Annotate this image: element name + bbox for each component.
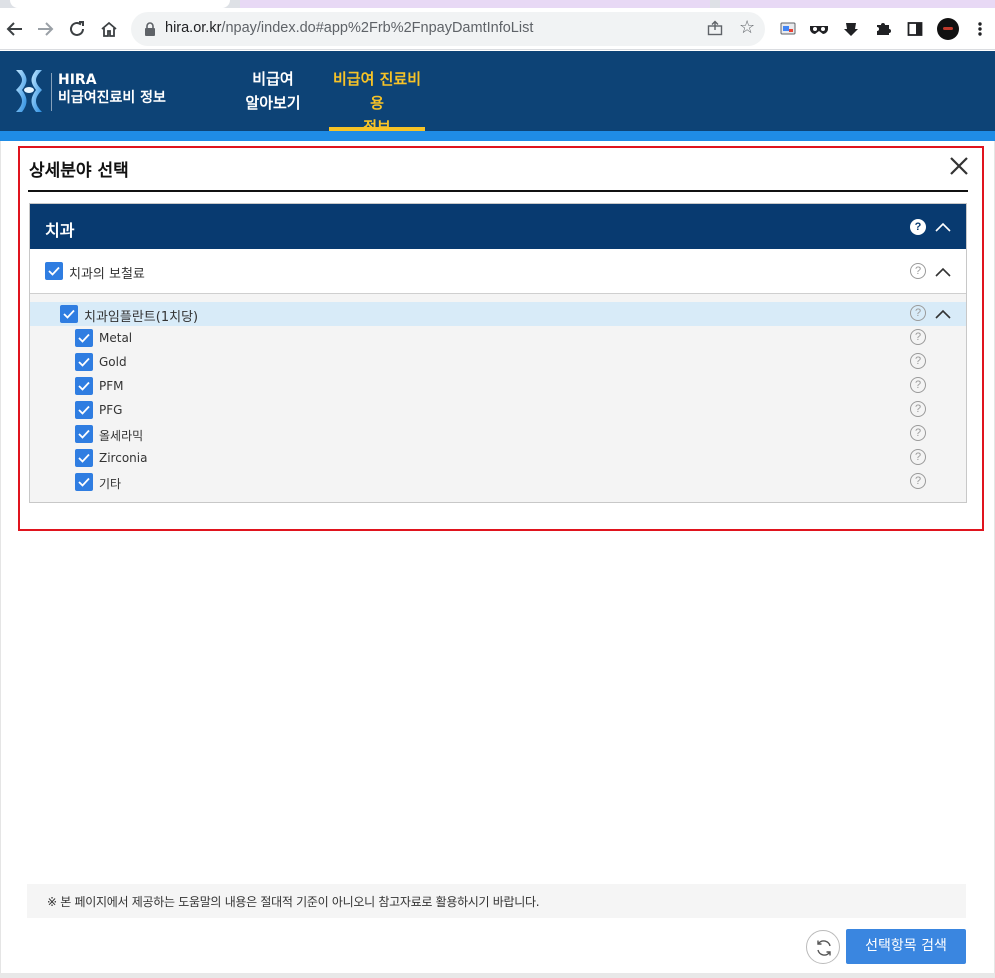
help-icon[interactable]: ?	[910, 353, 926, 369]
refresh-icon	[817, 940, 831, 956]
browser-toolbar: hira.or.kr/npay/index.do#app%2Frb%2Fnpay…	[0, 8, 995, 50]
help-icon[interactable]: ?	[910, 377, 926, 393]
bookmark-star-icon[interactable]: ☆	[739, 17, 755, 38]
modal-title-divider	[28, 190, 968, 192]
tab-strip	[0, 0, 995, 8]
item-label: Gold	[99, 355, 127, 369]
hira-logo-icon[interactable]	[12, 68, 46, 114]
search-selected-button[interactable]: 선택항목 검색	[846, 929, 966, 964]
browser-tab-background	[240, 0, 710, 8]
reload-icon[interactable]	[62, 14, 92, 44]
item-label: PFM	[99, 379, 124, 393]
nav-item-about-line1: 비급여	[252, 70, 294, 88]
chevron-up-icon[interactable]	[934, 221, 952, 233]
browser-tab-background-right	[720, 0, 995, 8]
help-icon[interactable]: ?	[910, 219, 926, 235]
forward-icon[interactable]	[30, 14, 60, 44]
help-notice-text: ※ 본 페이지에서 제공하는 도움말의 내용은 절대적 기준이 아니오니 참고자…	[47, 895, 540, 909]
site-logo-text[interactable]: HIRA 비급여진료비 정보	[58, 71, 166, 107]
group-checkbox[interactable]	[60, 305, 78, 323]
lock-icon	[145, 22, 155, 36]
item-checkbox[interactable]	[75, 353, 93, 371]
browser-tab[interactable]	[10, 0, 230, 8]
help-notice: ※ 본 페이지에서 제공하는 도움말의 내용은 절대적 기준이 아니오니 참고자…	[27, 884, 966, 918]
item-checkbox[interactable]	[75, 473, 93, 491]
subcategory-checkbox[interactable]	[45, 262, 63, 280]
list-item[interactable]: Zirconia ?	[30, 446, 966, 470]
group-label: 치과임플란트(1치당)	[84, 310, 199, 325]
item-checkbox[interactable]	[75, 449, 93, 467]
item-label: Zirconia	[99, 451, 148, 465]
side-panel-icon[interactable]	[904, 18, 926, 40]
extension-mask-icon[interactable]	[808, 18, 830, 40]
logo-line-1: HIRA	[58, 72, 97, 88]
item-label: 기타	[99, 477, 122, 491]
close-icon[interactable]	[946, 153, 972, 179]
list-item[interactable]: Metal ?	[30, 326, 966, 350]
home-icon[interactable]	[94, 14, 124, 44]
detail-field-modal: 상세분야 선택 치과 ? 치과의 보철료 ? 치과임플란트(1치당) ? Met…	[18, 146, 984, 531]
chevron-up-icon[interactable]	[934, 308, 952, 320]
bottom-bar	[0, 973, 995, 978]
help-icon[interactable]: ?	[910, 425, 926, 441]
subcategory-row[interactable]: 치과의 보철료 ?	[30, 249, 966, 294]
list-item[interactable]: PFG ?	[30, 398, 966, 422]
nav-item-cost-info-line1: 비급여 진료비용	[332, 70, 422, 112]
list-item[interactable]: 올세라믹 ?	[30, 422, 966, 446]
chevron-up-icon[interactable]	[934, 266, 952, 278]
reset-button[interactable]	[806, 930, 840, 964]
help-icon[interactable]: ?	[910, 263, 926, 279]
list-item[interactable]: PFM ?	[30, 374, 966, 398]
item-checkbox[interactable]	[75, 377, 93, 395]
help-icon[interactable]: ?	[910, 401, 926, 417]
header-accent-strip	[0, 131, 995, 141]
item-checkbox[interactable]	[75, 401, 93, 419]
logo-line-2: 비급여진료비 정보	[58, 90, 166, 106]
address-bar[interactable]: hira.or.kr/npay/index.do#app%2Frb%2Fnpay…	[131, 12, 765, 46]
subcategory-label: 치과의 보철료	[69, 267, 145, 282]
category-tree: 치과 ? 치과의 보철료 ? 치과임플란트(1치당) ? Metal ? Gol…	[29, 203, 967, 503]
profile-avatar[interactable]	[937, 18, 959, 40]
site-header: HIRA 비급여진료비 정보 비급여 알아보기 비급여 진료비용 정보	[0, 51, 995, 141]
back-icon[interactable]	[0, 14, 30, 44]
group-row[interactable]: 치과임플란트(1치당) ?	[30, 302, 966, 326]
item-checkbox[interactable]	[75, 329, 93, 347]
url-text: hira.or.kr/npay/index.do#app%2Frb%2Fnpay…	[165, 20, 534, 36]
modal-title: 상세분야 선택	[29, 161, 129, 181]
extension-screenshot-icon[interactable]	[777, 18, 799, 40]
logo-divider	[51, 73, 52, 111]
help-icon[interactable]: ?	[910, 473, 926, 489]
help-icon[interactable]: ?	[910, 329, 926, 345]
category-label: 치과	[45, 221, 75, 240]
item-label: PFG	[99, 403, 123, 417]
nav-item-about[interactable]: 비급여 알아보기	[245, 67, 301, 115]
item-label: 올세라믹	[99, 429, 144, 443]
share-icon[interactable]	[707, 20, 723, 40]
help-icon[interactable]: ?	[910, 449, 926, 465]
list-item[interactable]: 기타 ?	[30, 470, 966, 494]
extension-download-icon[interactable]	[840, 18, 862, 40]
item-label: Metal	[99, 331, 133, 345]
item-checkbox[interactable]	[75, 425, 93, 443]
help-icon[interactable]: ?	[910, 305, 926, 321]
list-item[interactable]: Gold ?	[30, 350, 966, 374]
category-header[interactable]: 치과 ?	[30, 204, 966, 249]
browser-menu-icon[interactable]	[969, 18, 991, 40]
nav-item-about-line2: 알아보기	[245, 94, 301, 112]
extensions-puzzle-icon[interactable]	[872, 18, 894, 40]
